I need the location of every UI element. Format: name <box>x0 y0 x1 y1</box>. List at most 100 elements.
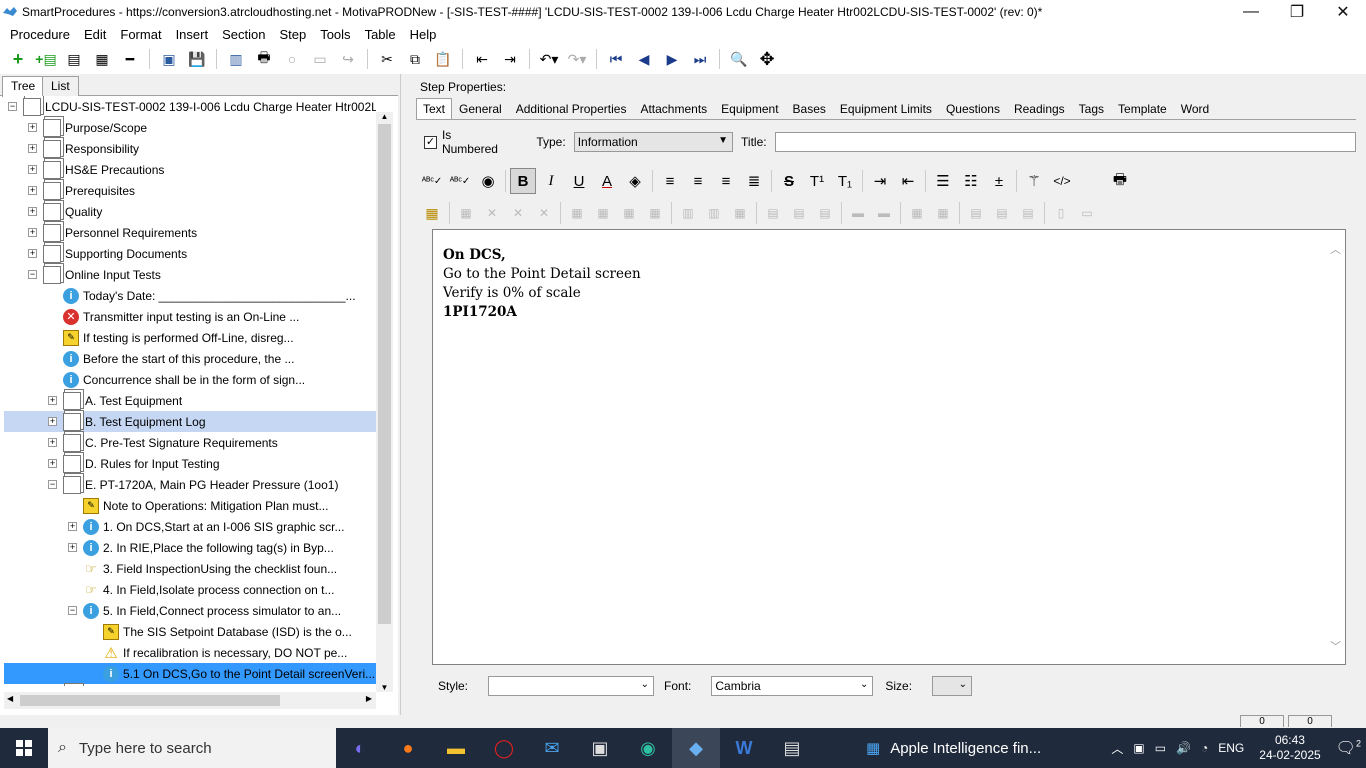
expand-icon[interactable]: + <box>48 459 57 468</box>
expand-icon[interactable]: + <box>28 123 37 132</box>
is-numbered-checkbox[interactable]: ✓ <box>424 135 437 149</box>
outdent-icon[interactable]: ⇤ <box>471 48 493 70</box>
tab-word[interactable]: Word <box>1174 98 1216 120</box>
shading-icon[interactable]: ▬ <box>872 200 896 226</box>
scroll-thumb[interactable] <box>20 695 280 706</box>
taskbar-search[interactable]: ⌕ Type here to search <box>48 728 336 768</box>
font-select[interactable]: Cambria ⌄ <box>711 676 874 696</box>
expand-icon[interactable]: + <box>28 228 37 237</box>
justify-icon[interactable]: ≣ <box>741 168 767 194</box>
type-select[interactable]: Information ▼ <box>573 132 734 152</box>
insert-row-above-icon[interactable]: ▤ <box>761 200 785 226</box>
spellcheck-icon[interactable]: ᴬᴮᶜ✓ <box>419 168 445 194</box>
numbered-list-icon[interactable]: ☷ <box>958 168 984 194</box>
bullet-list-icon[interactable]: ☰ <box>930 168 956 194</box>
cell-properties-icon[interactable]: ▦ <box>591 200 615 226</box>
chevron-up-icon[interactable]: ︿ <box>1111 740 1123 757</box>
superscript-icon[interactable]: T¹ <box>804 168 830 194</box>
scroll-up-icon[interactable]: ▲ <box>376 112 393 121</box>
tree-item[interactable]: ☞ 3. Field InspectionUsing the checklist … <box>4 558 376 579</box>
notifications-icon[interactable]: 🗨2 <box>1336 738 1361 758</box>
collapse-icon[interactable]: − <box>28 270 37 279</box>
tree-item[interactable]: + Responsibility <box>4 138 376 159</box>
tree-item[interactable]: + Personnel Requirements <box>4 222 376 243</box>
tab-additional-properties[interactable]: Additional Properties <box>509 98 634 120</box>
step-text-editor[interactable]: On DCS, Go to the Point Detail screen Veri… <box>432 229 1346 665</box>
expand-icon[interactable]: + <box>28 144 37 153</box>
tab-template[interactable]: Template <box>1111 98 1174 120</box>
tree-item[interactable]: + B. Test Equipment Log <box>4 411 376 432</box>
export-icon[interactable]: ▥ <box>225 48 247 70</box>
menu-edit[interactable]: Edit <box>77 27 113 42</box>
close-button[interactable]: ✕ <box>1320 0 1366 24</box>
collapse-icon[interactable]: − <box>68 606 77 615</box>
word-icon[interactable]: W <box>720 728 768 768</box>
tree-item[interactable]: ⚠ If recalibration is necessary, DO NOT p… <box>4 642 376 663</box>
tree-item[interactable]: − E. PT-1720A, Main PG Header Pressure (1… <box>4 474 376 495</box>
strikethrough-icon[interactable]: S <box>776 168 802 194</box>
window-icon[interactable]: ▭ <box>309 48 331 70</box>
tree-item[interactable]: ☞ 4. In Field,Isolate process connection … <box>4 579 376 600</box>
find-icon[interactable]: 🔍 <box>728 48 750 70</box>
tree-item[interactable]: + HS&E Precautions <box>4 159 376 180</box>
menu-tools[interactable]: Tools <box>313 27 357 42</box>
open-icon[interactable]: ▣ <box>158 48 180 70</box>
tree-item[interactable]: i Today's Date: _________________________… <box>4 285 376 306</box>
menu-insert[interactable]: Insert <box>169 27 216 42</box>
firefox-icon[interactable]: ● <box>384 728 432 768</box>
mail-icon[interactable]: ✉ <box>528 728 576 768</box>
smartprocedures-taskbar-icon[interactable]: ◆ <box>672 728 720 768</box>
highlight-icon[interactable]: ◈ <box>622 168 648 194</box>
color-wheel-icon[interactable]: ◉ <box>475 168 501 194</box>
editor-content[interactable]: On DCS, Go to the Point Detail screen Veri… <box>443 246 1335 322</box>
font-color-icon[interactable]: A <box>594 168 620 194</box>
wifi-icon[interactable]: ◔ <box>1201 741 1208 755</box>
menu-procedure[interactable]: Procedure <box>3 27 77 42</box>
news-widget[interactable]: ▦ Apple Intelligence fin... <box>866 739 1041 758</box>
tab-tags[interactable]: Tags <box>1072 98 1111 120</box>
expand-icon[interactable]: + <box>28 165 37 174</box>
tab-equipment-limits[interactable]: Equipment Limits <box>833 98 939 120</box>
tab-text[interactable]: Text <box>416 98 453 120</box>
indent-icon[interactable]: ⇥ <box>499 48 521 70</box>
expand-icon[interactable]: + <box>28 207 37 216</box>
tab-readings[interactable]: Readings <box>1007 98 1072 120</box>
tree-item[interactable]: − i 5. In Field,Connect process simulator … <box>4 600 376 621</box>
tree-item[interactable]: + Quality <box>4 201 376 222</box>
tree-item[interactable]: + Prerequisites <box>4 180 376 201</box>
battery-icon[interactable]: ▭ <box>1155 741 1166 755</box>
last-icon[interactable]: ⏭ <box>689 48 711 70</box>
height-icon[interactable]: ▦ <box>931 200 955 226</box>
previous-icon[interactable]: ◀ <box>633 48 655 70</box>
tab-list[interactable]: List <box>42 76 79 96</box>
insert-line-icon[interactable]: ± <box>986 168 1012 194</box>
style-select[interactable]: ⌄ <box>488 676 655 696</box>
add-icon[interactable]: + <box>7 48 29 70</box>
first-icon[interactable]: ⏮ <box>605 48 627 70</box>
tree-item[interactable]: + i 2. In RIE,Place the following tag(s) i… <box>4 537 376 558</box>
menu-table[interactable]: Table <box>358 27 403 42</box>
tree-item[interactable]: i 5.1 On DCS,Go to the Point Detail scree… <box>4 663 376 684</box>
align-middle-icon[interactable]: ▤ <box>990 200 1014 226</box>
tree-item[interactable]: +F. OLT-1330A, Hot High Pressure Separat… <box>4 684 376 686</box>
windows-start-icon[interactable] <box>0 728 48 768</box>
minimize-button[interactable]: — <box>1228 0 1274 24</box>
outdent-icon[interactable]: ⇤ <box>895 168 921 194</box>
insert-row-below-icon[interactable]: ▤ <box>787 200 811 226</box>
copy-icon[interactable]: ⧉ <box>404 48 426 70</box>
grid-icon[interactable]: ▦ <box>728 200 752 226</box>
magic-wand-icon[interactable]: ⚚ <box>1021 168 1047 194</box>
align-bottom-icon[interactable]: ▤ <box>1016 200 1040 226</box>
move-icon[interactable]: ✥ <box>756 48 778 70</box>
add-child-icon[interactable]: +▤ <box>35 48 57 70</box>
tree-item[interactable]: − LCDU-SIS-TEST-0002 139-I-006 Lcdu Charg… <box>4 96 376 117</box>
tree-item[interactable]: i Before the start of this procedure, the… <box>4 348 376 369</box>
tree-item[interactable]: ✕ Transmitter input testing is an On-Line… <box>4 306 376 327</box>
tab-bases[interactable]: Bases <box>786 98 833 120</box>
width-icon[interactable]: ▦ <box>905 200 929 226</box>
collapse-icon[interactable]: − <box>8 102 17 111</box>
file-explorer-icon[interactable]: ▬ <box>432 728 480 768</box>
editor-scroll-up-icon[interactable]: ︿ <box>1330 240 1341 259</box>
subscript-icon[interactable]: T₁ <box>832 168 858 194</box>
tree-item[interactable]: + D. Rules for Input Testing <box>4 453 376 474</box>
